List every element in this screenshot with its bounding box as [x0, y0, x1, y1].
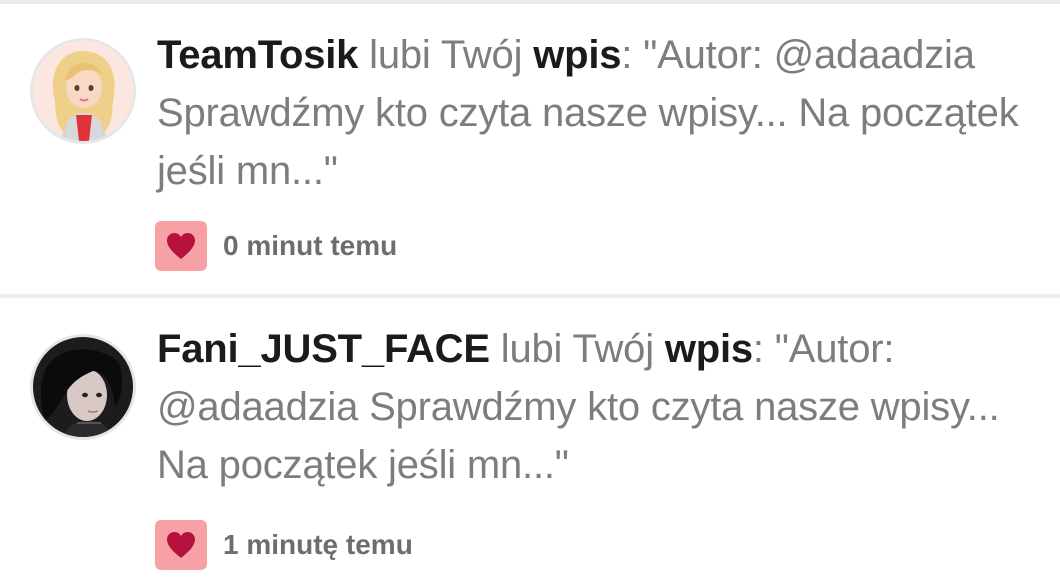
colon: :: [621, 33, 633, 77]
avatar-image: [33, 337, 133, 437]
action-text: lubi Twój: [369, 33, 523, 77]
notification-text[interactable]: Fani_JUST_FACE lubi Twój wpis: "Autor: @…: [157, 320, 1037, 494]
heart-icon: [167, 532, 195, 558]
timestamp: 1 minutę temu: [223, 529, 413, 560]
colon: :: [752, 327, 764, 371]
notification-meta: 0 minut temu: [155, 221, 397, 271]
notification-text[interactable]: TeamTosik lubi Twój wpis: "Autor: @adaad…: [157, 26, 1037, 200]
notification-item[interactable]: TeamTosik lubi Twój wpis: "Autor: @adaad…: [0, 4, 1060, 294]
username[interactable]: Fani_JUST_FACE: [157, 327, 490, 371]
like-badge: [155, 520, 207, 570]
username[interactable]: TeamTosik: [157, 33, 358, 77]
quote-start: "Autor:: [774, 327, 895, 371]
object-link[interactable]: wpis: [533, 33, 621, 77]
notification-item[interactable]: Fani_JUST_FACE lubi Twój wpis: "Autor: @…: [0, 298, 1060, 583]
quote-start: "Autor:: [643, 33, 763, 77]
notification-meta: 1 minutę temu: [155, 520, 413, 570]
like-badge: [155, 221, 207, 271]
post-excerpt: @adaadzia Sprawdźmy kto czyta nasze wpis…: [157, 385, 1000, 487]
avatar-image: [33, 41, 133, 141]
action-text: lubi Twój: [500, 327, 654, 371]
timestamp: 0 minut temu: [223, 230, 398, 261]
avatar[interactable]: [30, 334, 136, 440]
object-link[interactable]: wpis: [665, 327, 753, 371]
heart-icon: [167, 233, 195, 259]
avatar[interactable]: [30, 38, 136, 144]
